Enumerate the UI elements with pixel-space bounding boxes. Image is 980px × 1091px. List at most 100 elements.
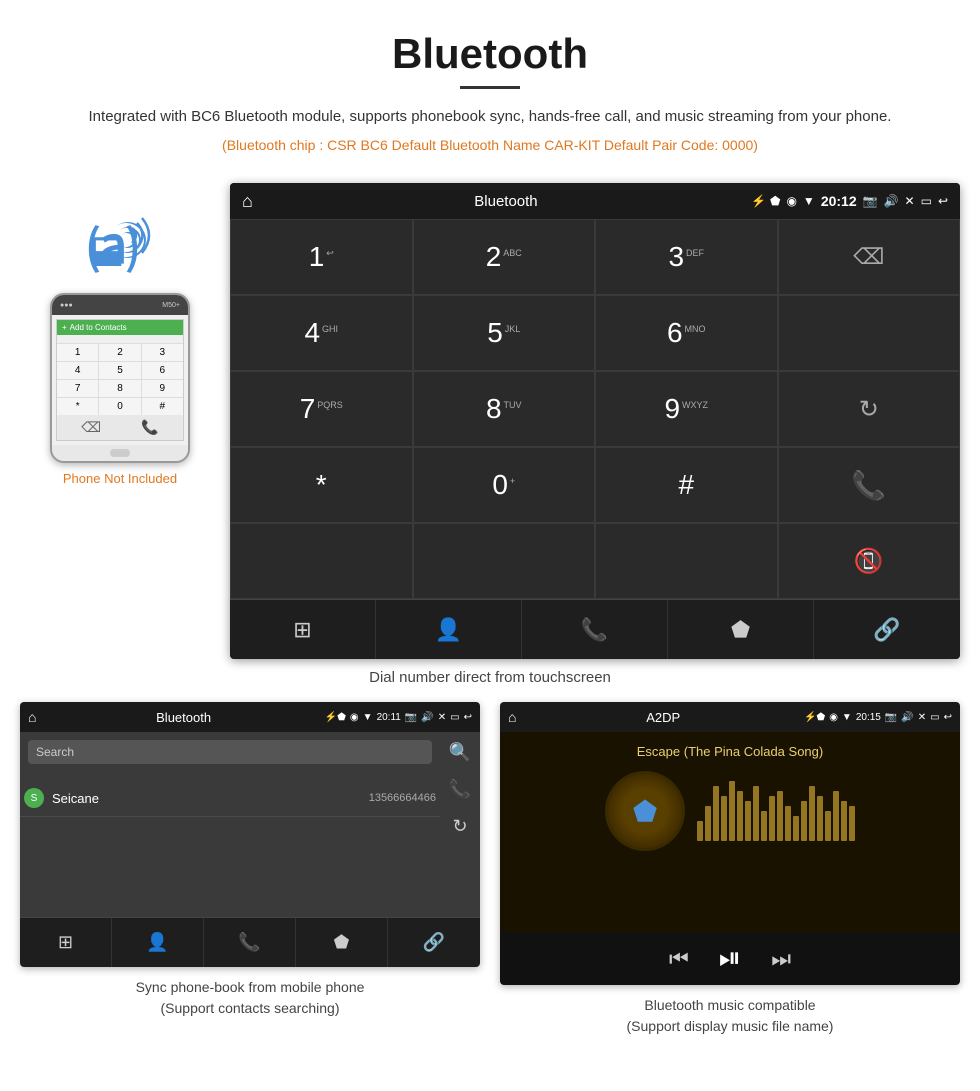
dialer-end-call-button[interactable]: 📵 (778, 523, 961, 599)
dialer-redial[interactable]: ↻ (778, 371, 961, 447)
toolbar-settings-btn[interactable]: 🔗 (814, 600, 960, 659)
music-vol-icon[interactable]: 🔊 (901, 712, 913, 723)
pb-main: Search S Seicane 13566664466 (20, 732, 440, 917)
pb-status-bar: ⌂ Bluetooth ⚡ ⬟ ◉ ▼ 20:11 📷 🔊 ✕ ▭ ↩ (20, 702, 480, 732)
phone-key-9[interactable]: 9 (142, 380, 183, 397)
phone-key-2[interactable]: 2 (99, 344, 140, 361)
window-icon[interactable]: ▭ (921, 194, 932, 208)
waveform-bar (705, 806, 711, 841)
phone-key-6[interactable]: 6 (142, 362, 183, 379)
phone-not-included-label: Phone Not Included (63, 471, 177, 486)
dialer-key-2[interactable]: 2ABC (413, 219, 596, 295)
pb-search-icon[interactable]: 🔍 (449, 742, 471, 763)
dialer-key-3[interactable]: 3DEF (595, 219, 778, 295)
pb-tb-bt[interactable]: ⬟ (296, 918, 388, 967)
pb-home-icon[interactable]: ⌂ (28, 709, 36, 725)
main-content: ⬓ ⒜ ●●●M50+ +Add to Co (0, 183, 980, 659)
toolbar-bluetooth-btn[interactable]: ⬟ (668, 600, 814, 659)
music-cam-icon[interactable]: 📷 (885, 712, 897, 723)
phone-key-5[interactable]: 5 (99, 362, 140, 379)
waveform-bar (697, 821, 703, 841)
back-icon[interactable]: ↩ (938, 194, 948, 208)
pb-right-panel: 🔍 📞 ↻ (440, 732, 480, 917)
dialer-empty-r2 (778, 295, 961, 371)
phone-key-1[interactable]: 1 (57, 344, 98, 361)
pb-search-area: Search (20, 732, 440, 780)
dialer-call-button[interactable]: 📞 (778, 447, 961, 523)
dialer-r5-c2 (413, 523, 596, 599)
pb-tb-dialpad[interactable]: ⊞ (20, 918, 112, 967)
camera-icon[interactable]: 📷 (863, 194, 878, 208)
phone-key-3[interactable]: 3 (142, 344, 183, 361)
dialer-key-8[interactable]: 8TUV (413, 371, 596, 447)
phone-backspace-icon[interactable]: ⌫ (81, 419, 101, 436)
music-bt-icon: ⬟ (816, 712, 825, 723)
pb-refresh-icon[interactable]: ↻ (452, 816, 467, 837)
dialer-key-hash[interactable]: # (595, 447, 778, 523)
music-waveform (697, 781, 855, 841)
music-album-bt-icon: ⬟ (633, 795, 657, 828)
dialer-backspace[interactable]: ⌫ (778, 219, 961, 295)
music-status-icons: ⬟ ◉ ▼ 20:15 📷 🔊 ✕ ▭ ↩ (816, 712, 952, 723)
dialer-key-7[interactable]: 7PQRS (230, 371, 413, 447)
pb-win-icon[interactable]: ▭ (450, 712, 459, 723)
music-x-icon[interactable]: ✕ (918, 712, 926, 723)
pb-contact-avatar: S (24, 788, 44, 808)
phone-home-button[interactable] (110, 449, 130, 457)
dialer-key-4[interactable]: 4GHI (230, 295, 413, 371)
dialer-r5-c1 (230, 523, 413, 599)
pb-tb-calls[interactable]: 📞 (204, 918, 296, 967)
pb-caption-text: Sync phone-book from mobile phone(Suppor… (136, 979, 365, 1016)
close-icon[interactable]: ✕ (905, 194, 915, 208)
dialer-key-1[interactable]: 1↩ (230, 219, 413, 295)
waveform-bar (737, 791, 743, 841)
pb-cam-icon[interactable]: 📷 (405, 712, 417, 723)
phone-key-4[interactable]: 4 (57, 362, 98, 379)
phone-call-icon[interactable]: 📞 (141, 419, 158, 436)
toolbar-calls-btn[interactable]: 📞 (522, 600, 668, 659)
page-title: Bluetooth (60, 30, 920, 78)
toolbar-contacts-btn[interactable]: 👤 (376, 600, 522, 659)
pb-caption: Sync phone-book from mobile phone(Suppor… (20, 977, 480, 1019)
music-back-icon[interactable]: ↩ (944, 712, 952, 723)
music-home-icon[interactable]: ⌂ (508, 709, 516, 725)
status-icons: ⬟ ◉ ▼ 20:12 📷 🔊 ✕ ▭ ↩ (770, 193, 948, 209)
pb-tb-link[interactable]: 🔗 (388, 918, 480, 967)
car-dialer-screen: ⌂ Bluetooth ⚡ ⬟ ◉ ▼ 20:12 📷 🔊 ✕ ▭ ↩ 1↩ 2 (230, 183, 960, 659)
status-time: 20:12 (821, 193, 857, 209)
dialer-key-9[interactable]: 9WXYZ (595, 371, 778, 447)
phone-key-7[interactable]: 7 (57, 380, 98, 397)
pb-bt-icon: ⬟ (337, 712, 346, 723)
prev-track-button[interactable]: ⏮ (669, 946, 689, 972)
pb-back-icon[interactable]: ↩ (464, 712, 472, 723)
next-track-button[interactable]: ⏭ (771, 946, 791, 972)
waveform-bar (833, 791, 839, 841)
music-content-area: ⬟ (605, 771, 855, 851)
phonebook-screen: ⌂ Bluetooth ⚡ ⬟ ◉ ▼ 20:11 📷 🔊 ✕ ▭ ↩ (20, 702, 480, 967)
volume-icon[interactable]: 🔊 (884, 194, 899, 208)
waveform-bar (713, 786, 719, 841)
phone-key-8[interactable]: 8 (99, 380, 140, 397)
dialer-key-6[interactable]: 6MNO (595, 295, 778, 371)
music-win-icon[interactable]: ▭ (930, 712, 939, 723)
dialer-key-star[interactable]: * (230, 447, 413, 523)
phone-key-0[interactable]: 0 (99, 398, 140, 415)
phone-key-hash[interactable]: # (142, 398, 183, 415)
bluetooth-status-icon: ⬟ (770, 194, 780, 208)
pb-x-icon[interactable]: ✕ (438, 712, 446, 723)
home-icon[interactable]: ⌂ (242, 191, 253, 212)
pb-search-input[interactable]: Search (28, 740, 432, 764)
play-pause-button[interactable]: ⏯ (719, 942, 741, 975)
pb-phone-icon[interactable]: 📞 (449, 779, 471, 800)
bottom-section: ⌂ Bluetooth ⚡ ⬟ ◉ ▼ 20:11 📷 🔊 ✕ ▭ ↩ (0, 702, 980, 1037)
dialer-key-5[interactable]: 5JKL (413, 295, 596, 371)
pb-contact-name: Seicane (52, 791, 369, 806)
pb-tb-contacts[interactable]: 👤 (112, 918, 204, 967)
pb-vol-icon[interactable]: 🔊 (421, 712, 433, 723)
pb-empty-space (20, 817, 440, 917)
dialer-grid: 1↩ 2ABC 3DEF ⌫ 4GHI 5JKL 6MNO (230, 219, 960, 599)
pb-contact-row[interactable]: S Seicane 13566664466 (20, 780, 440, 817)
dialer-key-0[interactable]: 0+ (413, 447, 596, 523)
phone-key-star[interactable]: * (57, 398, 98, 415)
toolbar-dialpad-btn[interactable]: ⊞ (230, 600, 376, 659)
